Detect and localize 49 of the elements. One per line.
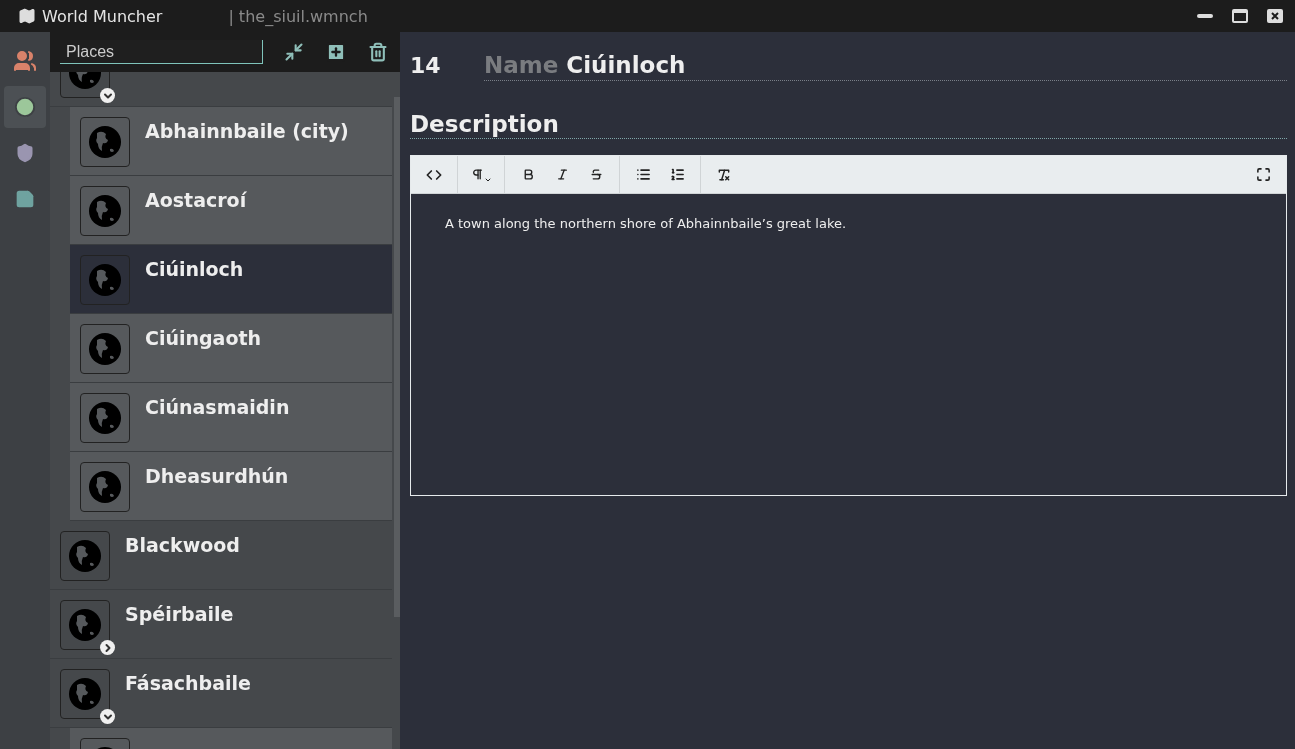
- italic-icon: [555, 168, 569, 181]
- trash-icon: [368, 42, 388, 62]
- rail-tab[interactable]: [4, 86, 46, 128]
- place-id: 14: [410, 53, 442, 78]
- collapse-all-button[interactable]: [283, 41, 305, 63]
- shield-icon: [15, 143, 35, 163]
- file-name: | the_siuil.wmnch: [228, 6, 368, 26]
- place-name: Aostacroí: [145, 189, 247, 211]
- description-heading: Description: [410, 111, 559, 137]
- place-name: Ciúingaoth: [145, 327, 262, 349]
- collapse-icon: [284, 42, 304, 62]
- name-value: Ciúinloch: [566, 52, 686, 78]
- bullet-list-icon: [635, 167, 651, 182]
- note-icon: [15, 189, 35, 209]
- place-name: Blackwood: [125, 534, 240, 556]
- place-name: Abhainnbaile (city): [145, 120, 349, 142]
- minimize-icon: [1196, 13, 1214, 19]
- place-name: Ciúnasmaidin: [145, 396, 290, 418]
- app-name: World Muncher: [42, 6, 163, 26]
- place-name: Fásachbaile: [125, 672, 251, 694]
- place-row[interactable]: Ciúingaoth: [70, 314, 392, 383]
- search-input[interactable]: Places: [62, 41, 182, 62]
- place-row[interactable]: Ciúnasmaidin: [70, 383, 392, 452]
- description-text: A town along the northern shore of Abhainnbaile’s great lake.: [445, 216, 848, 231]
- place-name: Spéirbaile: [125, 603, 234, 625]
- scrollbar[interactable]: [394, 97, 400, 617]
- expand-toggle[interactable]: [100, 640, 115, 655]
- place-row[interactable]: Dheasurdhún: [70, 452, 392, 521]
- numbered-list-icon: [669, 167, 685, 182]
- place-name: Dheasurdhún: [145, 465, 289, 487]
- description-editor[interactable]: A town along the northern shore of Abhainnbaile’s great lake.: [410, 155, 1287, 496]
- place-row[interactable]: Ciúinloch: [70, 245, 392, 314]
- collapse-toggle[interactable]: [100, 88, 115, 103]
- people-icon: [13, 49, 37, 73]
- clear-format-icon: [717, 167, 731, 182]
- strikethrough-icon: [589, 168, 603, 181]
- name-label: Name: [484, 52, 559, 78]
- place-row[interactable]: Abhainnbaile (city): [70, 107, 392, 176]
- pilcrow-icon: [470, 168, 484, 181]
- search-field[interactable]: Places: [60, 40, 263, 64]
- maximize-icon: [1231, 8, 1249, 24]
- name-field[interactable]: Name Ciúinloch: [484, 52, 1287, 81]
- collapse-toggle[interactable]: [100, 709, 115, 724]
- expand-icon: [1255, 167, 1271, 182]
- place-name: Ciúinloch: [145, 258, 244, 280]
- close-icon: [1266, 8, 1284, 24]
- delete-button[interactable]: [367, 41, 389, 63]
- map-icon: [18, 7, 36, 25]
- place-row[interactable]: Aostacroí: [70, 176, 392, 245]
